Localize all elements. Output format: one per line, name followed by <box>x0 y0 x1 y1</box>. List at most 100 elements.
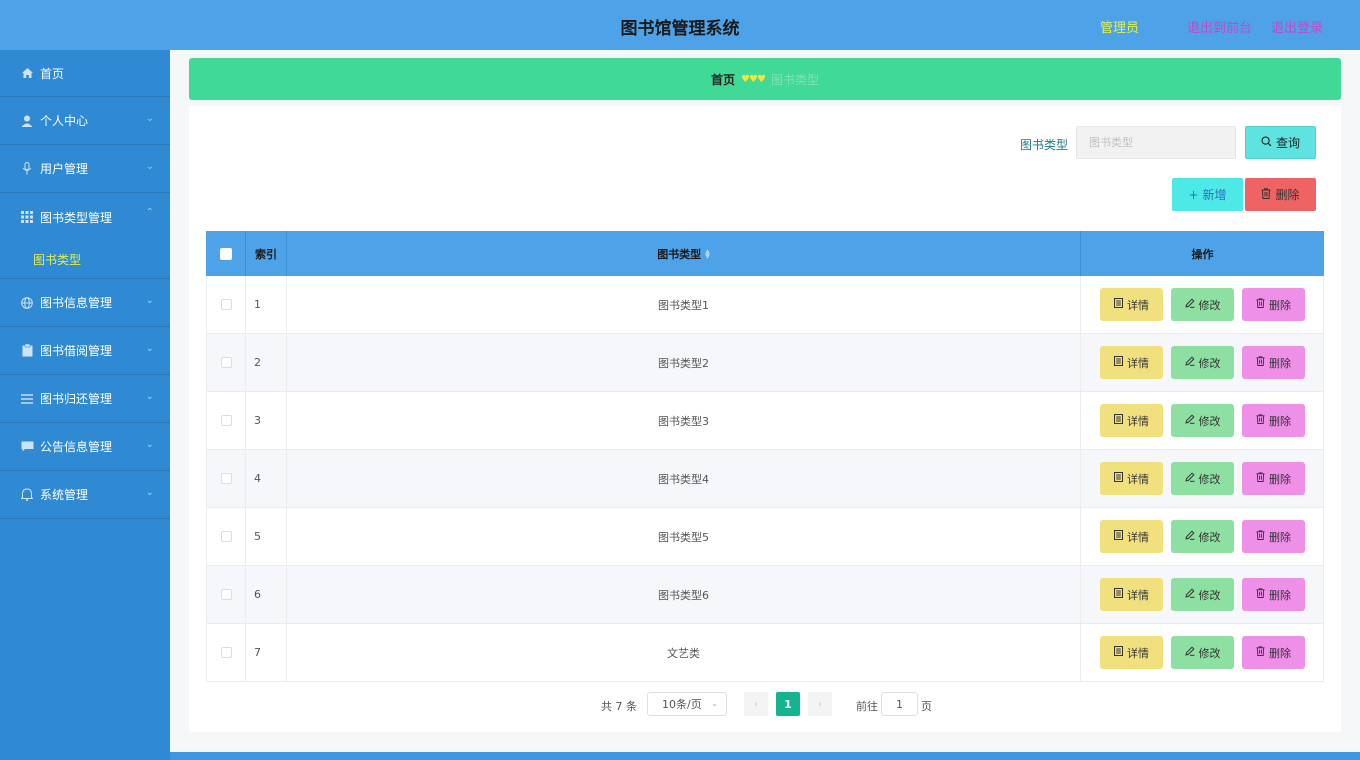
add-button[interactable]: + 新增 <box>1172 178 1243 211</box>
row-checkbox[interactable] <box>221 299 232 310</box>
document-icon <box>1114 530 1123 543</box>
detail-button[interactable]: 详情 <box>1100 346 1163 379</box>
delete-button-label: 删除 <box>1269 645 1291 661</box>
row-checkbox[interactable] <box>221 531 232 542</box>
edit-button-label: 修改 <box>1199 413 1221 429</box>
sort-icon[interactable]: ▲▼ <box>705 249 710 259</box>
sidebar-item-system-management[interactable]: 系统管理 ⌄ <box>0 471 170 519</box>
sidebar-item-borrow-management[interactable]: 图书借阅管理 ⌄ <box>0 327 170 375</box>
edit-button-label: 修改 <box>1199 297 1221 313</box>
row-checkbox[interactable] <box>221 415 232 426</box>
delete-button[interactable]: 删除 <box>1242 462 1305 495</box>
row-book-type: 图书类型2 <box>287 334 1081 391</box>
detail-button[interactable]: 详情 <box>1100 578 1163 611</box>
sidebar-item-label: 首页 <box>40 65 64 82</box>
page-unit-label: 页 <box>921 698 932 714</box>
edit-button-label: 修改 <box>1199 587 1221 603</box>
row-checkbox[interactable] <box>221 473 232 484</box>
table-row: 4图书类型4详情修改删除 <box>206 450 1324 508</box>
delete-button-label: 删除 <box>1269 413 1291 429</box>
admin-label: 管理员 <box>1100 17 1139 36</box>
row-index: 5 <box>246 508 287 565</box>
pagination: 共 7 条 10条/页 ⌄ ‹ 1 › 前往 页 <box>189 692 1341 716</box>
user-icon <box>20 114 34 128</box>
next-page-button[interactable]: › <box>808 692 832 716</box>
detail-button[interactable]: 详情 <box>1100 636 1163 669</box>
detail-button[interactable]: 详情 <box>1100 404 1163 437</box>
page-size-select[interactable]: 10条/页 ⌄ <box>647 692 727 716</box>
row-checkbox[interactable] <box>221 589 232 600</box>
type-header[interactable]: 图书类型 ▲▼ <box>287 231 1081 276</box>
trash-icon <box>1256 646 1265 659</box>
row-index: 3 <box>246 392 287 449</box>
edit-button[interactable]: 修改 <box>1171 404 1234 437</box>
row-actions: 详情修改 删除 <box>1081 508 1324 565</box>
sidebar-item-book-type-management[interactable]: 图书类型管理 ⌃ <box>0 193 170 241</box>
edit-button[interactable]: 修改 <box>1171 462 1234 495</box>
chevron-down-icon: ⌄ <box>146 391 154 402</box>
delete-button-label: 删除 <box>1269 355 1291 371</box>
sidebar-subitem-book-type[interactable]: 图书类型 <box>0 241 170 279</box>
row-checkbox[interactable] <box>221 357 232 368</box>
delete-button[interactable]: 删除 <box>1242 520 1305 553</box>
chevron-down-icon: ⌄ <box>146 295 154 306</box>
delete-button[interactable]: 删除 <box>1242 288 1305 321</box>
sidebar-item-home[interactable]: 首页 <box>0 50 170 97</box>
edit-button-label: 修改 <box>1199 355 1221 371</box>
delete-button-label: 删除 <box>1269 529 1291 545</box>
trash-icon <box>1256 530 1265 543</box>
breadcrumb-home[interactable]: 首页 <box>711 71 735 88</box>
trash-icon <box>1256 356 1265 369</box>
delete-button[interactable]: 删除 <box>1242 346 1305 379</box>
top-header: 图书馆管理系统 管理员 退出到前台 退出登录 <box>0 0 1360 50</box>
sidebar-item-label: 图书借阅管理 <box>40 342 112 359</box>
clipboard-icon <box>20 344 34 358</box>
book-type-search-input[interactable] <box>1076 126 1236 159</box>
row-index: 2 <box>246 334 287 391</box>
edit-button[interactable]: 修改 <box>1171 520 1234 553</box>
delete-button[interactable]: 删除 <box>1242 636 1305 669</box>
edit-button[interactable]: 修改 <box>1171 346 1234 379</box>
detail-button-label: 详情 <box>1127 645 1149 661</box>
detail-button[interactable]: 详情 <box>1100 288 1163 321</box>
sidebar-item-users[interactable]: 用户管理 ⌄ <box>0 145 170 193</box>
batch-delete-label: 删除 <box>1275 186 1299 203</box>
detail-button-label: 详情 <box>1127 587 1149 603</box>
sidebar-item-book-info-management[interactable]: 图书信息管理 ⌄ <box>0 279 170 327</box>
table-row: 2图书类型2 详情 修改 删除 <box>206 334 1324 392</box>
page-number-current[interactable]: 1 <box>776 692 800 716</box>
delete-button[interactable]: 删除 <box>1242 404 1305 437</box>
batch-delete-button[interactable]: 删除 <box>1245 178 1316 211</box>
row-actions: 详情 修改 删除 <box>1081 334 1324 391</box>
row-select-cell <box>206 566 246 623</box>
sidebar-item-label: 图书归还管理 <box>40 390 112 407</box>
goto-label: 前往 <box>856 698 878 714</box>
back-to-frontend-link[interactable]: 退出到前台 <box>1187 17 1252 36</box>
table-row: 6图书类型6详情修改删除 <box>206 566 1324 624</box>
goto-page-input[interactable] <box>881 692 918 716</box>
edit-button[interactable]: 修改 <box>1171 578 1234 611</box>
select-all-checkbox[interactable] <box>220 248 232 260</box>
breadcrumb: 首页 ♥♥♥ 图书类型 <box>189 58 1341 100</box>
query-button[interactable]: 查询 <box>1245 126 1316 159</box>
prev-page-button[interactable]: ‹ <box>744 692 768 716</box>
logout-link[interactable]: 退出登录 <box>1271 17 1323 36</box>
detail-button[interactable]: 详情 <box>1100 462 1163 495</box>
table-row: 3图书类型3详情修改删除 <box>206 392 1324 450</box>
row-book-type: 文艺类 <box>287 624 1081 681</box>
edit-icon <box>1185 530 1195 543</box>
row-select-cell <box>206 392 246 449</box>
main-content: 首页 ♥♥♥ 图书类型 图书类型 查询 + 新增 删除 <box>170 50 1360 752</box>
sidebar-item-label: 图书信息管理 <box>40 294 112 311</box>
delete-button[interactable]: 删除 <box>1242 578 1305 611</box>
edit-button[interactable]: 修改 <box>1171 636 1234 669</box>
sidebar-item-label: 公告信息管理 <box>40 438 112 455</box>
row-checkbox[interactable] <box>221 647 232 658</box>
edit-button[interactable]: 修改 <box>1171 288 1234 321</box>
row-book-type: 图书类型5 <box>287 508 1081 565</box>
sidebar-item-notice-management[interactable]: 公告信息管理 ⌄ <box>0 423 170 471</box>
sidebar-item-profile[interactable]: 个人中心 ⌄ <box>0 97 170 145</box>
sidebar-item-label: 个人中心 <box>40 112 88 129</box>
sidebar-item-return-management[interactable]: 图书归还管理 ⌄ <box>0 375 170 423</box>
detail-button[interactable]: 详情 <box>1100 520 1163 553</box>
